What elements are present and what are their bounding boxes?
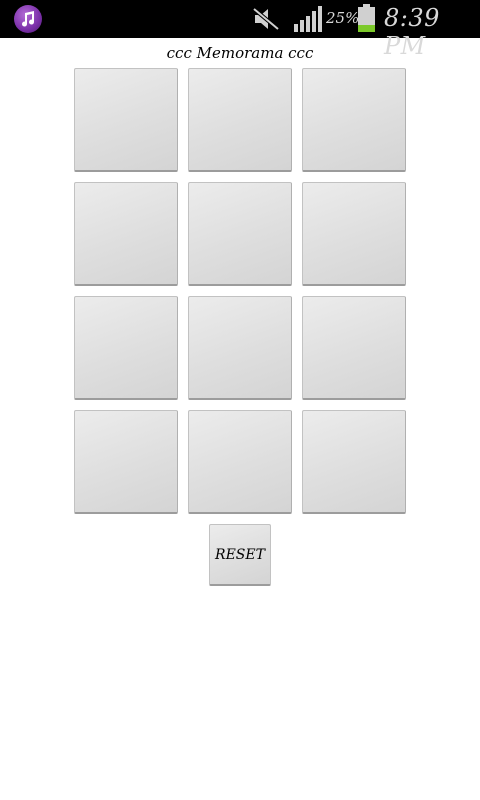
battery-icon xyxy=(358,4,375,32)
memory-card-10[interactable] xyxy=(74,410,178,514)
memory-card-11[interactable] xyxy=(188,410,292,514)
app-title: ccc Memorama ccc xyxy=(166,44,314,62)
memory-card-6[interactable] xyxy=(302,182,406,286)
memory-card-3[interactable] xyxy=(302,68,406,172)
memory-card-4[interactable] xyxy=(74,182,178,286)
memory-card-2[interactable] xyxy=(188,68,292,172)
signal-icon xyxy=(294,6,322,32)
memory-card-9[interactable] xyxy=(302,296,406,400)
memory-card-7[interactable] xyxy=(74,296,178,400)
memory-card-5[interactable] xyxy=(188,182,292,286)
memory-card-1[interactable] xyxy=(74,68,178,172)
card-grid xyxy=(74,68,406,514)
battery-percent: 25% xyxy=(326,9,360,27)
memory-card-8[interactable] xyxy=(188,296,292,400)
reset-button[interactable]: RESET xyxy=(209,524,271,586)
music-note-icon[interactable] xyxy=(14,5,42,33)
mute-icon xyxy=(252,7,280,31)
status-bar: 25% 8:39 PM xyxy=(0,0,480,60)
memory-card-12[interactable] xyxy=(302,410,406,514)
